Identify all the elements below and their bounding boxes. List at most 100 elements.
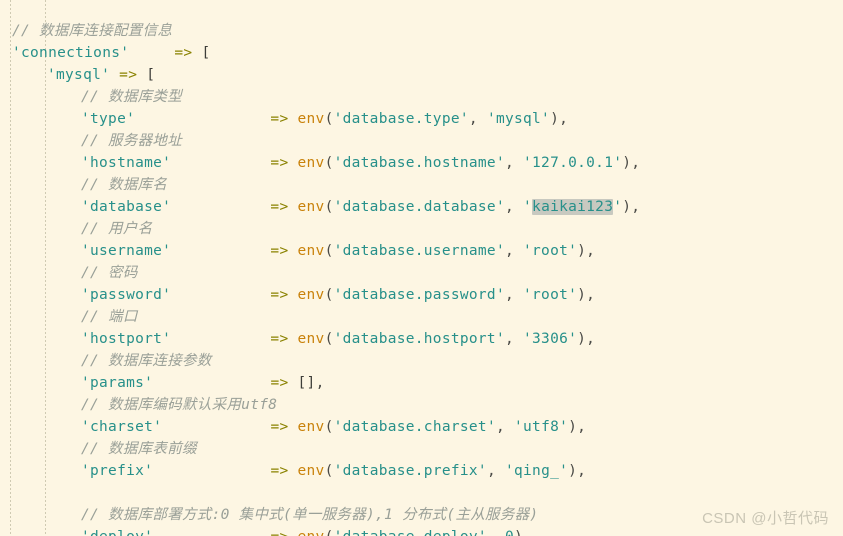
code-line[interactable]: // 数据库编码默认采用utf8 — [0, 394, 843, 416]
token-str: 'mysql' — [47, 67, 111, 83]
token-punc: , — [504, 331, 524, 347]
token-fn: env — [297, 331, 325, 347]
token-str: 'type' — [81, 111, 136, 127]
token-str: 'charset' — [81, 419, 163, 435]
code-line[interactable] — [0, 482, 843, 504]
token-str: 'hostname' — [81, 155, 172, 171]
token-cmt: // 数据库连接参数 — [81, 353, 212, 369]
token-punc: ), — [514, 529, 532, 536]
code-line[interactable]: 'hostname' => env('database.hostname', '… — [0, 152, 843, 174]
token-str: ' — [523, 199, 533, 215]
token-punc: , — [495, 419, 515, 435]
token-cmt: // 密码 — [81, 265, 138, 281]
token-arrow: => — [270, 463, 289, 479]
token-punc — [110, 67, 119, 83]
token-punc: ), — [568, 463, 587, 479]
token-str: 'root' — [523, 243, 578, 259]
token-arrow: => — [270, 111, 289, 127]
token-punc: ( — [324, 199, 334, 215]
token-cmt: // 数据库编码默认采用utf8 — [81, 397, 278, 413]
token-punc: ), — [577, 243, 596, 259]
token-arrow: => — [270, 199, 289, 215]
code-line[interactable]: 'password' => env('database.password', '… — [0, 284, 843, 306]
token-str: 'database.password' — [333, 287, 505, 303]
token-punc — [288, 331, 297, 347]
token-brk: [ — [201, 45, 211, 61]
code-line[interactable]: 'mysql' => [ — [0, 64, 843, 86]
token-cmt: // 数据库类型 — [81, 89, 183, 105]
token-punc: ( — [324, 287, 334, 303]
code-line[interactable]: 'type' => env('database.type', 'mysql'), — [0, 108, 843, 130]
token-punc — [288, 375, 297, 391]
token-punc: ( — [324, 419, 334, 435]
code-line[interactable]: 'database' => env('database.database', '… — [0, 196, 843, 218]
code-line[interactable]: // 数据库连接参数 — [0, 350, 843, 372]
code-line[interactable]: 'hostport' => env('database.hostport', '… — [0, 328, 843, 350]
token-arrow: => — [270, 155, 289, 171]
token-arrow: => — [174, 45, 193, 61]
token-arrow: => — [270, 287, 289, 303]
token-str: 'password' — [81, 287, 172, 303]
token-fn: env — [297, 155, 325, 171]
token-punc — [288, 463, 297, 479]
token-str: 'database.hostname' — [333, 155, 505, 171]
token-cmt: // 用户名 — [81, 221, 153, 237]
token-punc: ( — [324, 243, 334, 259]
token-brk: [] — [297, 375, 316, 391]
code-line[interactable]: // 用户名 — [0, 218, 843, 240]
code-line[interactable]: // 数据库类型 — [0, 86, 843, 108]
token-punc — [288, 287, 297, 303]
token-str: '3306' — [523, 331, 578, 347]
token-str: 'params' — [81, 375, 154, 391]
code-editor-pane[interactable]: // 数据库连接配置信息'connections' => ['mysql' =>… — [0, 0, 843, 536]
token-punc — [137, 67, 146, 83]
token-cmt: // 数据库表前缀 — [81, 441, 197, 457]
token-str: 'username' — [81, 243, 172, 259]
code-line[interactable]: // 端口 — [0, 306, 843, 328]
code-line[interactable]: 'params' => [], — [0, 372, 843, 394]
token-str: 'connections' — [12, 45, 130, 61]
code-line[interactable]: // 数据库连接配置信息 — [0, 20, 843, 42]
token-arrow: => — [270, 419, 289, 435]
token-punc: , — [504, 243, 524, 259]
code-line[interactable]: 'prefix' => env('database.prefix', 'qing… — [0, 460, 843, 482]
token-punc — [288, 419, 297, 435]
csdn-watermark: CSDN @小哲代码 — [702, 510, 829, 527]
token-punc — [171, 287, 270, 303]
code-line[interactable]: // 数据库名 — [0, 174, 843, 196]
token-punc — [288, 199, 297, 215]
token-punc: ), — [577, 287, 596, 303]
token-str: 'database.prefix' — [333, 463, 487, 479]
token-arrow: => — [119, 67, 138, 83]
token-punc — [171, 155, 270, 171]
token-punc: , — [504, 199, 524, 215]
code-line[interactable]: 'charset' => env('database.charset', 'ut… — [0, 416, 843, 438]
code-lines-container[interactable]: // 数据库连接配置信息'connections' => ['mysql' =>… — [0, 0, 843, 536]
token-str: 'database' — [81, 199, 172, 215]
token-fn: env — [297, 111, 325, 127]
token-brk: [ — [146, 67, 156, 83]
token-str: 'qing_' — [505, 463, 569, 479]
token-punc: ), — [550, 111, 569, 127]
code-line[interactable]: 'connections' => [ — [0, 42, 843, 64]
token-punc — [288, 111, 297, 127]
token-str: 0 — [505, 529, 514, 536]
code-line[interactable]: // 服务器地址 — [0, 130, 843, 152]
token-punc: , — [504, 155, 524, 171]
token-str: 'database.type' — [333, 111, 469, 127]
token-cmt: // 数据库连接配置信息 — [12, 23, 173, 39]
token-punc — [171, 199, 270, 215]
token-punc — [171, 331, 270, 347]
token-punc: , — [487, 529, 505, 536]
token-punc — [288, 155, 297, 171]
token-arrow: => — [270, 375, 289, 391]
code-line[interactable]: 'username' => env('database.username', '… — [0, 240, 843, 262]
token-punc: ), — [622, 155, 641, 171]
code-line[interactable]: // 密码 — [0, 262, 843, 284]
token-arrow: => — [270, 529, 288, 536]
token-punc: , — [468, 111, 487, 127]
code-line[interactable]: // 数据库表前缀 — [0, 438, 843, 460]
token-punc — [162, 419, 270, 435]
token-punc: , — [315, 375, 325, 391]
token-str: 'utf8' — [514, 419, 569, 435]
